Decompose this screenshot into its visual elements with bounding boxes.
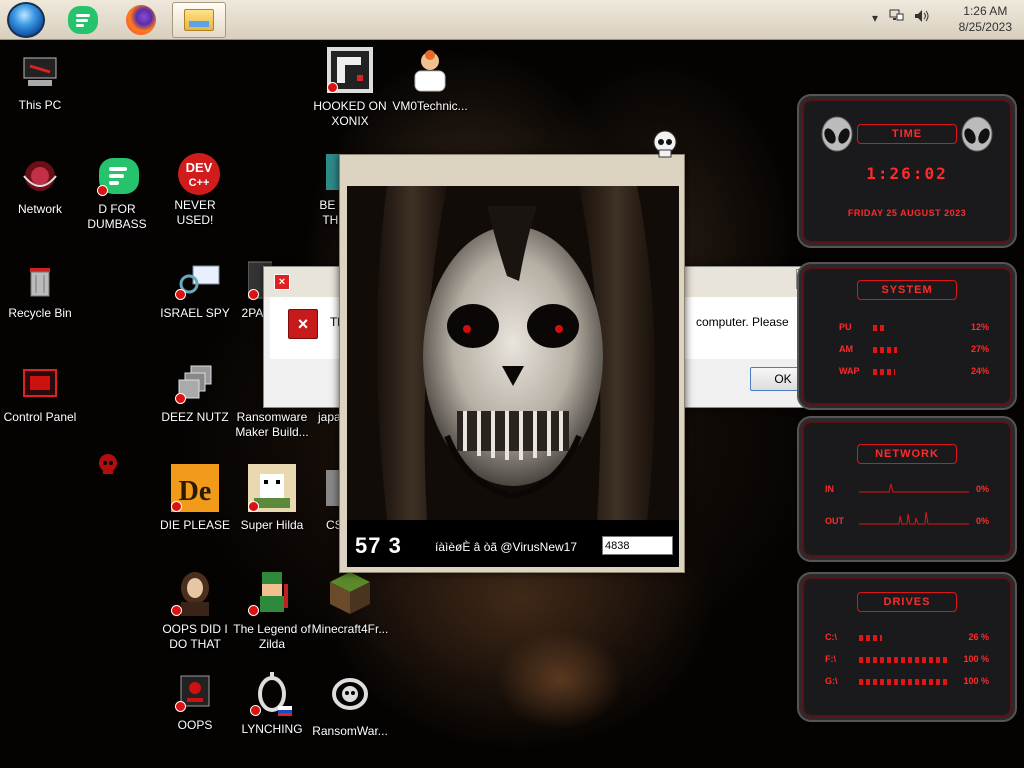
desktop-icon-lynching[interactable]: LYNCHING: [232, 672, 312, 737]
contact-text: íàìèøÈ â òã @VirusNew17: [435, 540, 578, 554]
network-icon: [20, 156, 60, 196]
zelda-icon: [248, 568, 296, 616]
gadget-title: SYSTEM: [857, 280, 957, 300]
desktop-icon-israel-spy[interactable]: ISRAEL SPY: [155, 260, 235, 321]
ransomware-content: 57 3 íàìèøÈ â òã @VirusNew17: [347, 186, 679, 567]
gadget-clock: 1:26:02: [866, 164, 948, 183]
taskbar-file-explorer[interactable]: [172, 2, 226, 38]
red-skull-icon: [88, 450, 128, 490]
noose-icon: [250, 672, 294, 716]
system-gadget[interactable]: SYSTEM PU 12% AM 27% WAP 24%: [797, 262, 1017, 410]
ransomware-footer: 57 3 íàìèøÈ â òã @VirusNew17: [347, 520, 679, 567]
portrait-icon: [171, 568, 219, 616]
ransomware-window-titlebar[interactable]: [340, 155, 684, 185]
windows-stack-icon: [175, 364, 215, 404]
network-out-graph: [859, 511, 969, 525]
desktop-icon-vm0technic[interactable]: VM0Technic...: [390, 47, 470, 114]
swap-bar: [873, 369, 895, 375]
desktop-icon-deez-nutz[interactable]: DEEZ NUTZ: [155, 364, 235, 425]
computer-icon: [20, 52, 60, 92]
oops-icon: [175, 672, 215, 712]
drive-g-bar: [859, 679, 949, 685]
desktop-icon-legend-of-zilda[interactable]: The Legend of Zilda: [232, 568, 312, 652]
skull-icon: [327, 672, 373, 718]
time-gadget[interactable]: TIME 1:26:02 FRIDAY 25 AUGUST 2023: [797, 94, 1017, 248]
app-icon: [68, 6, 98, 34]
network-icon[interactable]: [888, 9, 904, 26]
taskbar-clock[interactable]: 1:26 AM 8/25/2023: [959, 3, 1012, 35]
chevron-up-icon[interactable]: ▾: [872, 11, 878, 25]
drive-row-g: G:\ 100 %: [825, 676, 989, 686]
drive-c-bar: [859, 635, 882, 641]
control-panel-icon: [20, 364, 60, 404]
volume-icon[interactable]: [914, 9, 930, 26]
firefox-icon: [126, 5, 156, 35]
gadget-title: NETWORK: [857, 444, 957, 464]
alien-icon: [821, 116, 853, 152]
error-icon: ×: [274, 274, 290, 290]
alien-icon: [961, 116, 993, 152]
drive-row-f: F:\ 100 %: [825, 654, 989, 664]
desktop-icon-this-pc[interactable]: This PC: [0, 52, 80, 113]
skull-icon: [650, 130, 680, 160]
drives-gadget[interactable]: DRIVES C:\ 26 % F:\ 100 % G:\ 100 %: [797, 572, 1017, 722]
drive-f-bar: [859, 657, 949, 663]
desktop-icon-recycle-bin[interactable]: Recycle Bin: [0, 260, 80, 321]
die-icon: De: [171, 464, 219, 512]
drive-row-c: C:\ 26 %: [825, 632, 989, 642]
ram-bar: [873, 347, 897, 353]
unlock-key-input[interactable]: [602, 536, 673, 555]
gadget-date: FRIDAY 25 AUGUST 2023: [847, 208, 967, 218]
gadget-title: DRIVES: [857, 592, 957, 612]
desktop-icon-oops[interactable]: OOPS: [155, 672, 235, 733]
network-row-in: IN 0%: [825, 483, 989, 498]
shortcut-badge: [97, 185, 108, 196]
pixel-icon: [248, 464, 296, 512]
system-row-swap: WAP 24%: [839, 366, 989, 376]
minecraft-icon: [326, 568, 374, 616]
desktop-icon-minecraft[interactable]: Minecraft4Fr...: [310, 568, 390, 637]
clock-date: 8/25/2023: [958, 20, 1012, 34]
dev-cpp-icon: DEV C++: [175, 152, 220, 195]
desktop-icon-red-skull[interactable]: [88, 450, 128, 496]
network-row-out: OUT 0%: [825, 511, 989, 530]
desktop-icon-d-for-dumbass[interactable]: D FOR DUMBASS: [77, 156, 157, 232]
desktop-icon-network[interactable]: Network: [0, 156, 80, 217]
system-row-ram: AM 27%: [839, 344, 989, 354]
clock-time: 1:26 AM: [963, 4, 1008, 18]
desktop-icon-die-please[interactable]: De DIE PLEASE: [155, 464, 235, 533]
ransomware-window: 57 3 íàìèøÈ â òã @VirusNew17: [339, 154, 685, 573]
error-message-end: computer. Please: [696, 315, 789, 329]
desktop-icon-ransomwar[interactable]: RansomWar...: [310, 672, 390, 739]
skull-image: [347, 186, 679, 520]
desktop-icon-oops-did-i-do-that[interactable]: OOPS DID I DO THAT: [155, 568, 235, 652]
cpu-bar: [873, 325, 884, 331]
taskbar-firefox[interactable]: [124, 3, 158, 37]
gadget-title: TIME: [857, 124, 957, 144]
taskbar: ▾ 1:26 AM 8/25/2023: [0, 0, 1024, 40]
svg-text:C++: C++: [189, 177, 210, 189]
app-icon: [97, 156, 139, 196]
network-in-graph: [859, 483, 969, 493]
spy-icon: [175, 260, 220, 300]
taskbar-app-green[interactable]: [66, 3, 100, 37]
start-button[interactable]: [7, 2, 45, 38]
svg-text:DEV: DEV: [186, 160, 213, 175]
error-icon: ×: [288, 309, 318, 339]
doctor-icon: [407, 47, 453, 93]
desktop-icon-control-panel[interactable]: Control Panel: [0, 364, 80, 425]
recycle-bin-icon: [20, 260, 60, 300]
folder-icon: [184, 9, 214, 31]
desktop-icon-never-used[interactable]: DEV C++ NEVER USED!: [155, 152, 235, 228]
system-tray: ▾: [872, 9, 930, 26]
desktop-icon-hooked-on-xonix[interactable]: HOOKED ON XONIX: [310, 47, 390, 129]
countdown-timer: 57 3: [355, 533, 402, 558]
desktop-icon-cs[interactable]: CS: [310, 464, 340, 533]
desktop-icon-super-hilda[interactable]: Super Hilda: [232, 464, 312, 533]
system-row-cpu: PU 12%: [839, 322, 989, 332]
xonix-icon: [327, 47, 373, 93]
svg-text:De: De: [179, 476, 212, 507]
network-gadget[interactable]: NETWORK IN 0% OUT 0%: [797, 416, 1017, 562]
